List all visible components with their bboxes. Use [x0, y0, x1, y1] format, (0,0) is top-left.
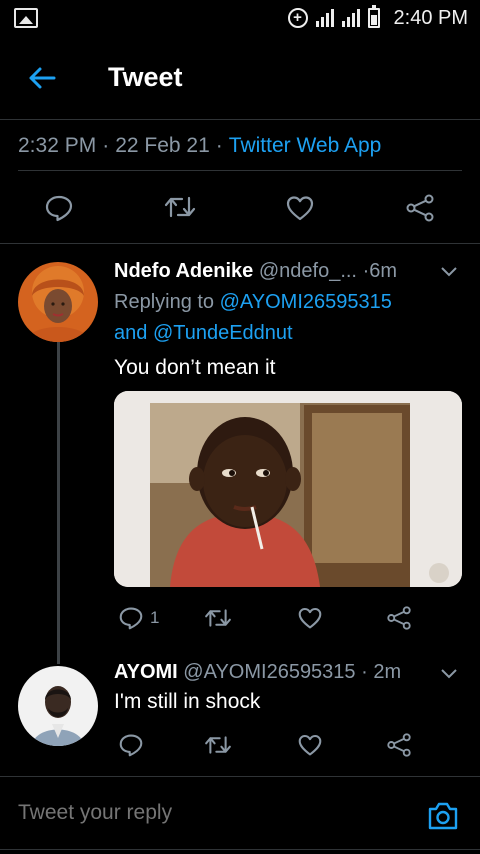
like-button[interactable]	[297, 606, 323, 630]
retweet-icon	[205, 609, 231, 627]
reply-button[interactable]: 1	[118, 606, 159, 630]
camera-icon[interactable]	[427, 801, 459, 831]
gallery-icon	[14, 8, 38, 28]
chevron-down-icon[interactable]	[440, 266, 458, 278]
divider	[0, 849, 480, 850]
reply-input[interactable]	[18, 801, 398, 825]
comment-icon	[119, 607, 143, 630]
reply-author-line: Ndefo Adenike @ndefo_... ·6m	[114, 260, 398, 282]
avatar[interactable]	[18, 262, 98, 342]
heart-icon	[286, 196, 314, 221]
media-image[interactable]	[114, 391, 462, 587]
tweet-source-link[interactable]: Twitter Web App	[229, 134, 382, 158]
retweet-icon	[205, 736, 231, 754]
retweet-button[interactable]	[204, 607, 232, 629]
mention-link[interactable]: @AYOMI26595315	[220, 291, 392, 313]
mention-link[interactable]: @TundeEddnut	[153, 322, 293, 344]
reply-age: 2m	[373, 661, 402, 683]
share-icon	[387, 606, 411, 630]
author-handle[interactable]: @ndefo_...	[259, 260, 357, 282]
heart-icon	[298, 734, 322, 756]
status-bar: + 2:40 PM	[0, 0, 480, 36]
tweet-time: 2:32 PM	[18, 133, 97, 157]
page-title: Tweet	[108, 62, 183, 92]
share-button[interactable]	[386, 606, 412, 630]
status-icons: + 2:40 PM	[287, 5, 468, 31]
retweet-button[interactable]	[164, 194, 196, 220]
heart-icon	[298, 607, 322, 629]
tweet-text: I'm still in shock	[114, 690, 261, 713]
retweet-icon	[164, 196, 196, 218]
avatar-image	[18, 666, 98, 746]
data-saver-icon: +	[287, 8, 308, 28]
tweet-text: You don’t mean it	[114, 356, 276, 379]
author-name[interactable]: Ndefo Adenike	[114, 260, 253, 282]
status-time: 2:40 PM	[393, 6, 468, 29]
comment-icon	[45, 195, 73, 222]
like-button[interactable]	[297, 733, 323, 757]
avatar[interactable]	[18, 666, 98, 746]
tweet-actions	[0, 172, 480, 244]
reply-count: 1	[150, 608, 160, 627]
battery-icon	[367, 5, 380, 28]
avatar-image	[18, 262, 98, 342]
thread-line	[57, 342, 60, 664]
reply-composer	[0, 776, 480, 854]
author-name[interactable]: AYOMI	[114, 661, 178, 683]
share-button[interactable]	[386, 733, 412, 757]
arrow-left-icon[interactable]	[28, 66, 56, 90]
chevron-down-icon[interactable]	[440, 668, 458, 680]
tweet-meta: 2:32 PM · 22 Feb 21 · Twitter Web App	[18, 121, 462, 171]
comment-icon	[119, 734, 143, 757]
replying-to: Replying to @AYOMI26595315 and @TundeEdd…	[114, 291, 392, 344]
tweet-date: 22 Feb 21	[115, 133, 210, 157]
like-button[interactable]	[285, 194, 315, 222]
signal-icon	[315, 9, 360, 27]
photo	[114, 391, 462, 587]
share-icon	[406, 194, 434, 222]
reply-button[interactable]	[118, 733, 144, 757]
reply-author-line: AYOMI @AYOMI26595315 · 2m	[114, 661, 402, 683]
header: Tweet	[0, 36, 480, 120]
author-handle[interactable]: @AYOMI26595315	[183, 661, 355, 683]
reply-age: 6m	[369, 260, 398, 282]
retweet-button[interactable]	[204, 734, 232, 756]
share-button[interactable]	[405, 194, 435, 222]
share-icon	[387, 733, 411, 757]
reply-button[interactable]	[44, 194, 74, 222]
